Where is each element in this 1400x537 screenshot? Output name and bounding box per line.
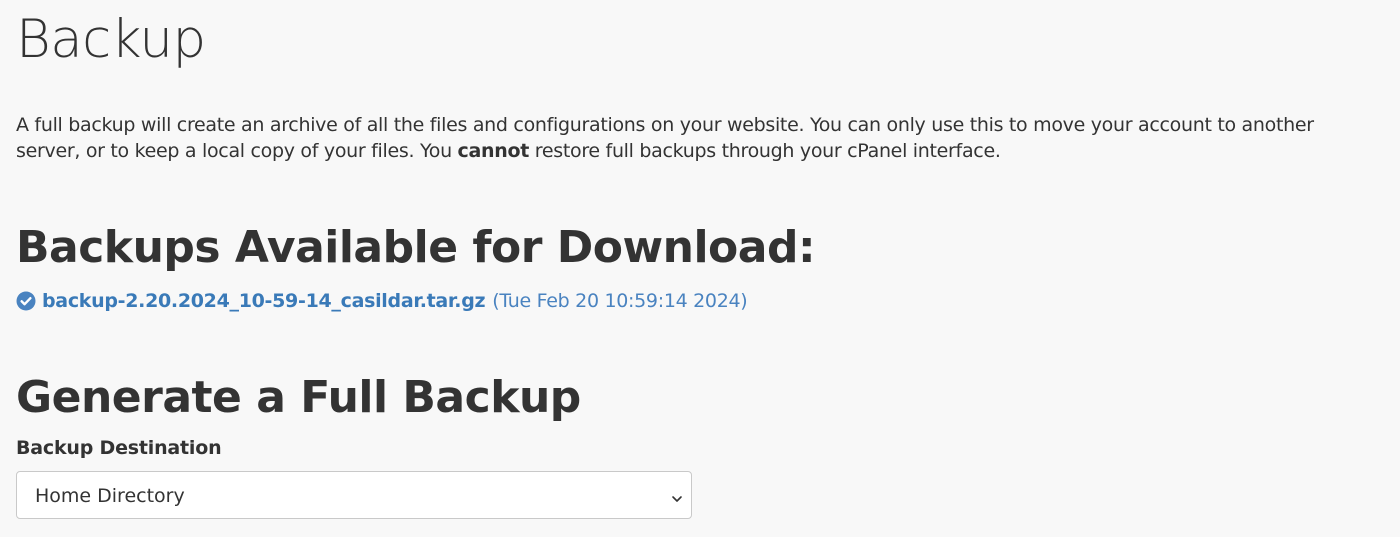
check-circle-icon [16,291,36,311]
backup-date: (Tue Feb 20 10:59:14 2024) [492,290,748,312]
chevron-down-icon [671,490,683,502]
backup-destination-label: Backup Destination [16,437,222,459]
backup-destination-value: Home Directory [35,485,185,507]
backup-download-link[interactable]: backup-2.20.2024_10-59-14_casildar.tar.g… [42,290,486,312]
generate-heading: Generate a Full Backup [16,372,581,423]
page-title: Backup [16,9,206,70]
downloads-heading: Backups Available for Download: [16,222,816,273]
intro-text: A full backup will create an archive of … [16,112,1376,164]
backup-list-item: backup-2.20.2024_10-59-14_casildar.tar.g… [16,287,748,315]
intro-text-part2: restore full backups through your cPanel… [529,140,1001,162]
intro-emphasis: cannot [457,140,530,162]
backup-destination-select[interactable]: Home Directory [16,471,692,519]
